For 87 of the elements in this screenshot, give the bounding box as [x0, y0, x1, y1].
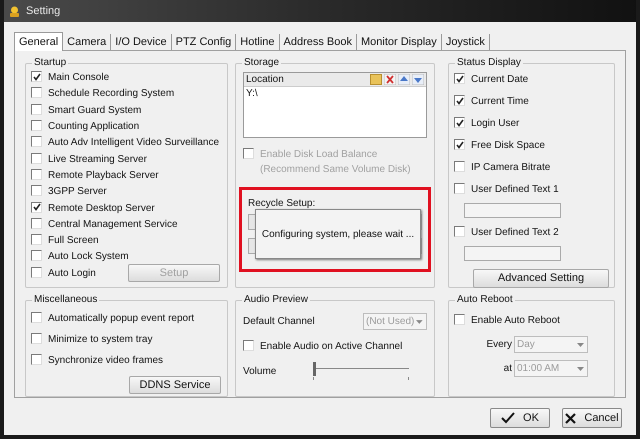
- checkbox-label: Current Time: [471, 95, 529, 109]
- push-button[interactable]: DDNS Service: [129, 376, 221, 394]
- checkbox-label: Schedule Recording System: [48, 87, 174, 102]
- checkbox[interactable]: [31, 104, 42, 115]
- up-arrow-icon[interactable]: [398, 74, 410, 85]
- checkbox[interactable]: [454, 183, 465, 194]
- checkbox[interactable]: [31, 120, 42, 132]
- checkbox-label: Current Date: [471, 73, 528, 87]
- checkbox-label: Remote Playback Server: [48, 168, 159, 183]
- checkbox[interactable]: [31, 312, 42, 323]
- checkbox-label: IP Camera Bitrate: [471, 161, 550, 175]
- checkbox[interactable]: [454, 95, 465, 106]
- checkbox-label: Central Management Service: [48, 218, 178, 232]
- checkbox-label: 3GPP Server: [48, 185, 107, 200]
- text-field[interactable]: [464, 246, 561, 261]
- checkmark-icon: [501, 412, 516, 424]
- checkbox[interactable]: [31, 250, 42, 262]
- checkbox[interactable]: [31, 87, 42, 98]
- checkbox[interactable]: [31, 234, 42, 246]
- checkbox[interactable]: [454, 139, 465, 150]
- group-title: Startup: [32, 56, 68, 70]
- checkbox-label: Main Console: [48, 71, 110, 86]
- field-label: Volume: [243, 364, 278, 378]
- checkbox-label: User Defined Text 1: [471, 183, 559, 197]
- list-item[interactable]: Y:\: [244, 87, 426, 100]
- app-icon: [8, 4, 21, 18]
- checkbox[interactable]: [31, 202, 42, 213]
- close-icon: [565, 412, 576, 424]
- checkbox-label: Enable Auto Reboot: [471, 314, 560, 328]
- group-title: Storage: [242, 56, 282, 70]
- checkbox-label: Full Screen: [48, 234, 99, 248]
- checkbox-label: User Defined Text 2: [471, 226, 559, 240]
- checkbox[interactable]: [31, 168, 42, 180]
- dialog-button[interactable]: OK: [490, 408, 550, 428]
- section-label: Recycle Setup:: [248, 198, 316, 209]
- dropdown-arrow-icon: [416, 320, 423, 324]
- slider-thumb[interactable]: [313, 362, 316, 376]
- checkbox[interactable]: [454, 161, 465, 172]
- dialog-message: Configuring system, please wait ...: [262, 228, 414, 242]
- field-label: Every: [486, 338, 512, 352]
- checkbox[interactable]: [31, 185, 42, 196]
- down-arrow-icon[interactable]: [412, 74, 424, 85]
- checkbox-label: Login User: [471, 117, 520, 131]
- checkbox[interactable]: [243, 340, 254, 351]
- checkbox-label: Smart Guard System: [48, 104, 142, 118]
- checkmark-icon: [456, 96, 464, 104]
- delete-icon[interactable]: [384, 74, 396, 85]
- checkbox[interactable]: [31, 152, 42, 164]
- checkbox[interactable]: [454, 117, 465, 128]
- checkbox-label: Free Disk Space: [471, 139, 545, 153]
- column-header: Location: [246, 73, 285, 87]
- checkbox-label: Auto Lock System: [48, 250, 129, 264]
- checkbox-label: Enable Audio on Active Channel: [260, 340, 402, 354]
- checkbox-label: Auto Login: [48, 266, 96, 281]
- checkmark-icon: [456, 140, 464, 148]
- dropdown-arrow-icon: [577, 366, 584, 370]
- checkbox[interactable]: [31, 266, 42, 278]
- checkbox-label: Enable Disk Load Balance (Recommend Same Volume Disk): [260, 148, 412, 177]
- push-button[interactable]: Advanced Setting: [473, 269, 609, 288]
- checkbox[interactable]: [31, 354, 42, 365]
- checkbox[interactable]: [454, 73, 465, 84]
- volume-slider[interactable]: [313, 362, 409, 380]
- checkbox-label: Live Streaming Server: [48, 152, 147, 167]
- checkbox[interactable]: [454, 314, 465, 325]
- checkbox-label: Synchronize video frames: [48, 354, 164, 368]
- checkbox-label: Counting Application: [48, 120, 140, 134]
- checkmark-icon: [456, 74, 464, 82]
- checkmark-icon: [32, 203, 40, 212]
- checkbox[interactable]: [31, 71, 42, 82]
- checkbox[interactable]: [31, 136, 42, 148]
- checkbox-label: Auto Adv Intelligent Video Surveillance: [48, 136, 220, 150]
- checkbox-label: Automatically popup event report: [48, 312, 194, 326]
- checkbox[interactable]: [454, 226, 465, 237]
- checkbox[interactable]: [31, 218, 42, 229]
- window-title: Setting: [26, 4, 60, 19]
- checkbox-label: Remote Desktop Server: [48, 202, 155, 216]
- dialog-button[interactable]: Cancel: [562, 408, 622, 428]
- checkbox[interactable]: [31, 333, 42, 344]
- field-label: at: [504, 362, 512, 376]
- checkbox-label: Minimize to system tray: [48, 333, 152, 347]
- tab[interactable]: General: [14, 32, 64, 51]
- text-field[interactable]: [464, 203, 561, 218]
- field-label: Default Channel: [243, 315, 315, 329]
- checkmark-icon: [32, 72, 40, 81]
- checkmark-icon: [456, 118, 464, 126]
- dropdown-arrow-icon: [577, 342, 584, 346]
- group-title: Status Display: [455, 56, 523, 70]
